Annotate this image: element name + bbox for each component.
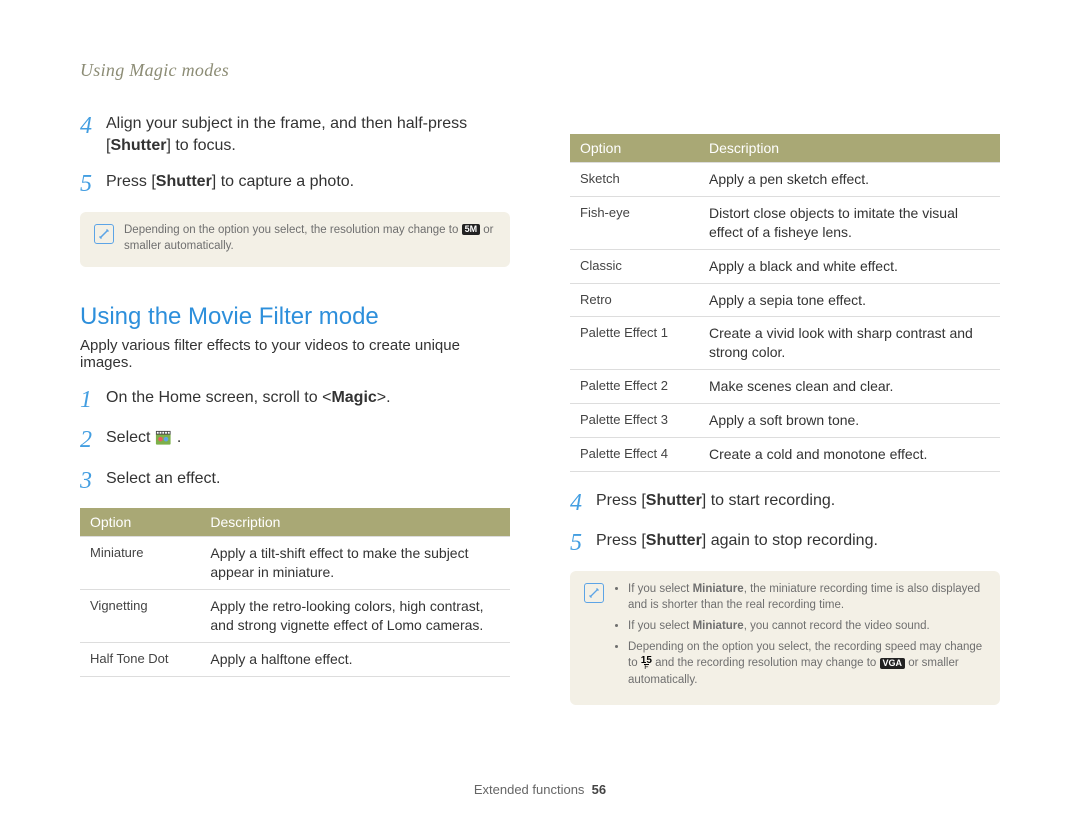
table-header-description: Description [200,508,510,537]
step: 1On the Home screen, scroll to <Magic>. [80,387,510,413]
table-row: ClassicApply a black and white effect. [570,249,1000,283]
table-cell: Apply a tilt-shift effect to make the su… [200,537,510,590]
step: 4Press [Shutter] to start recording. [570,490,1000,516]
table-cell: Apply the retro-looking colors, high con… [200,589,510,642]
steps-bottom-left: 1On the Home screen, scroll to <Magic>.2… [80,387,510,494]
table-row: SketchApply a pen sketch effect. [570,163,1000,197]
table-cell: Apply a soft brown tone. [699,404,1000,438]
step-text: Select . [106,427,181,449]
step: 4Align your subject in the frame, and th… [80,113,510,157]
table-cell: Palette Effect 1 [570,317,699,370]
step-number: 2 [80,427,106,453]
table-cell: Palette Effect 4 [570,438,699,472]
table-cell: Apply a halftone effect. [200,642,510,676]
table-cell: Make scenes clean and clear. [699,370,1000,404]
note-miniature: If you select Miniature, the miniature r… [570,571,1000,705]
table-cell: Classic [570,249,699,283]
table-row: Palette Effect 2Make scenes clean and cl… [570,370,1000,404]
step-number: 5 [80,171,106,197]
table-cell: Create a cold and monotone effect. [699,438,1000,472]
table-cell: Create a vivid look with sharp contrast … [699,317,1000,370]
table-cell: Apply a pen sketch effect. [699,163,1000,197]
note-resolution: Depending on the option you select, the … [80,212,510,267]
step: 5Press [Shutter] to capture a photo. [80,171,510,197]
steps-right: 4Press [Shutter] to start recording.5Pre… [570,490,1000,557]
page-footer: Extended functions 56 [0,782,1080,797]
table-cell: Fish-eye [570,196,699,249]
fps-icon: 15F [641,656,652,671]
table-cell: Palette Effect 2 [570,370,699,404]
step-text: On the Home screen, scroll to <Magic>. [106,387,391,409]
step-number: 3 [80,468,106,494]
heading-movie-filter: Using the Movie Filter mode [80,303,510,331]
table-row: Half Tone DotApply a halftone effect. [80,642,510,676]
note-icon [94,224,114,244]
table-header-description: Description [699,134,1000,163]
table-cell: Half Tone Dot [80,642,200,676]
table-cell: Retro [570,283,699,317]
note-text-prefix: Depending on the option you select, the … [124,224,462,236]
table-cell: Apply a sepia tone effect. [699,283,1000,317]
table-cell: Sketch [570,163,699,197]
step-number: 1 [80,387,106,413]
options-table-left: Option Description MiniatureApply a tilt… [80,508,510,676]
table-cell: Apply a black and white effect. [699,249,1000,283]
table-cell: Palette Effect 3 [570,404,699,438]
table-cell: Distort close objects to imitate the vis… [699,196,1000,249]
step-text: Press [Shutter] again to stop recording. [596,530,878,552]
table-row: RetroApply a sepia tone effect. [570,283,1000,317]
step-text: Press [Shutter] to capture a photo. [106,171,354,193]
subheading: Apply various filter effects to your vid… [80,337,510,371]
step-text: Press [Shutter] to start recording. [596,490,835,512]
footer-page-number: 56 [592,782,606,797]
footer-section: Extended functions [474,782,585,797]
table-row: Palette Effect 4Create a cold and monoto… [570,438,1000,472]
table-row: Fish-eyeDistort close objects to imitate… [570,196,1000,249]
note-icon [584,583,604,603]
table-header-option: Option [570,134,699,163]
step-number: 4 [570,490,596,516]
step: 2Select . [80,427,510,453]
step-number: 5 [570,530,596,556]
note-bullet: If you select Miniature, the miniature r… [628,581,986,614]
table-row: Palette Effect 1Create a vivid look with… [570,317,1000,370]
table-row: Palette Effect 3Apply a soft brown tone. [570,404,1000,438]
table-cell: Vignetting [80,589,200,642]
step: 5Press [Shutter] again to stop recording… [570,530,1000,556]
step-number: 4 [80,113,106,139]
table-cell: Miniature [80,537,200,590]
step-text: Select an effect. [106,468,220,490]
table-row: MiniatureApply a tilt-shift effect to ma… [80,537,510,590]
resolution-badge-icon: 5M [462,224,481,235]
section-header: Using Magic modes [80,60,510,81]
table-header-option: Option [80,508,200,537]
options-table-right: Option Description SketchApply a pen ske… [570,134,1000,472]
note-bullet: If you select Miniature, you cannot reco… [628,618,986,635]
movie-filter-icon [155,430,177,446]
note-bullet: Depending on the option you select, the … [628,639,986,689]
step-text: Align your subject in the frame, and the… [106,113,510,157]
step: 3Select an effect. [80,468,510,494]
table-row: VignettingApply the retro-looking colors… [80,589,510,642]
vga-badge-icon: VGA [880,658,906,669]
steps-top: 4Align your subject in the frame, and th… [80,113,510,198]
